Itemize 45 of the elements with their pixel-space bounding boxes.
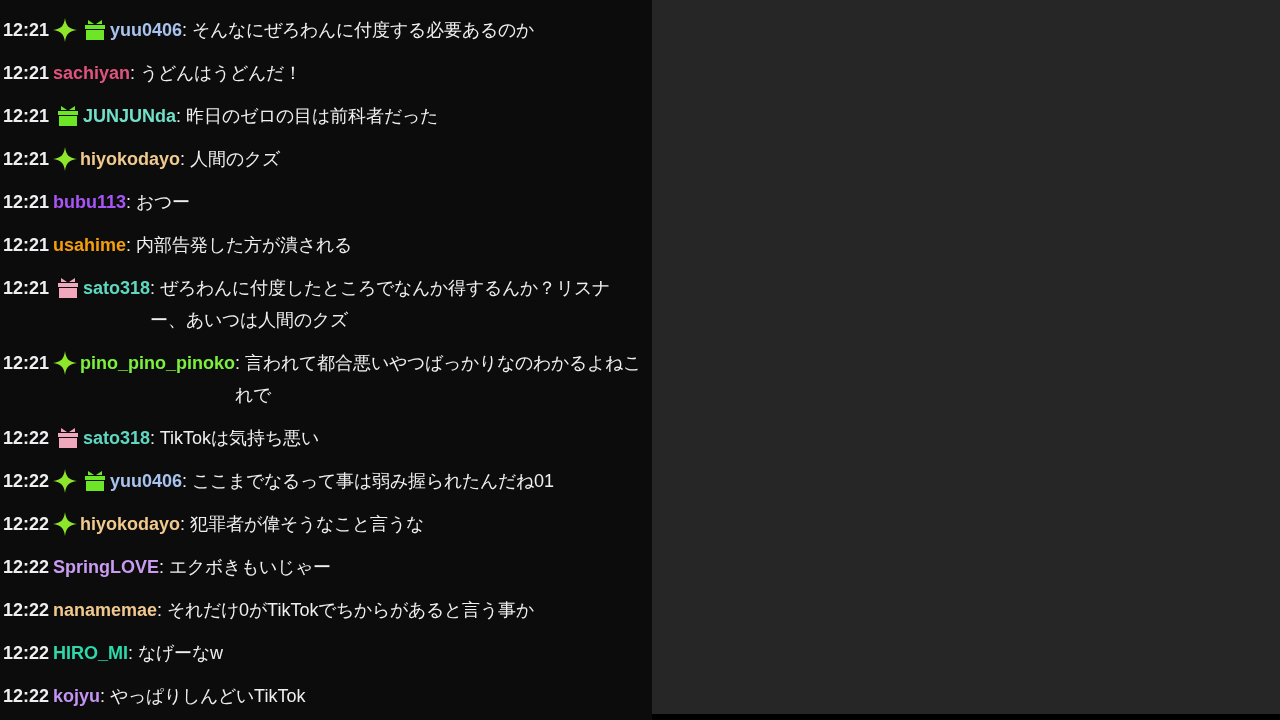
timestamp: 12:22 <box>3 426 50 450</box>
chat-message: : 言われて都合悪いやつばっかりなのわかるよねこれで <box>235 351 642 407</box>
timestamp: 12:21 <box>3 233 50 257</box>
timestamp: 12:21 <box>3 104 50 128</box>
chat-message: : やっぱりしんどいTikTok <box>100 684 307 708</box>
timestamp: 12:22 <box>3 684 50 708</box>
username[interactable]: JUNJUNda <box>83 99 177 132</box>
username[interactable]: hiyokodayo <box>80 507 181 540</box>
timestamp: 12:21 <box>3 147 50 171</box>
username[interactable]: yuu0406 <box>110 13 183 46</box>
chat-message: : 犯罪者が偉そうなこと言うな <box>180 512 426 536</box>
username[interactable]: bubu113 <box>53 185 127 218</box>
username[interactable]: nanamemae <box>53 593 158 626</box>
chat-message: : 内部告発した方が潰される <box>126 233 354 257</box>
username[interactable]: hiyokodayo <box>80 142 181 175</box>
username[interactable]: pino_pino_pinoko <box>80 346 236 379</box>
chat-message: : そんなにぜろわんに付度する必要あるのか <box>182 18 536 42</box>
chat-message: : 人間のクズ <box>180 147 282 171</box>
chat-message: : なげーなw <box>128 641 225 665</box>
username[interactable]: sachiyan <box>53 56 131 89</box>
chat-message: : TikTokは気持ち悪い <box>150 426 321 450</box>
username[interactable]: HIRO_MI <box>53 636 129 669</box>
timestamp: 12:21 <box>3 61 50 85</box>
chat-message: : ぜろわんに付度したところでなんか得するんか？リスナー、あいつは人間のクズ <box>150 276 612 332</box>
chat-message: : それだけ0がTikTokでちからがあると言う事か <box>157 598 536 622</box>
chat-message: : ここまでなるって事は弱み握られたんだね01 <box>182 469 556 493</box>
chat-message: : エクボきもいじゃー <box>159 555 333 579</box>
timestamp: 12:22 <box>3 512 50 536</box>
username[interactable]: sato318 <box>83 271 151 304</box>
username[interactable]: usahime <box>53 228 127 261</box>
chat-message: : おつー <box>126 190 192 214</box>
username[interactable]: SpringLOVE <box>53 550 160 583</box>
timestamp: 12:21 <box>3 276 50 300</box>
timestamp: 12:22 <box>3 469 50 493</box>
timestamp: 12:21 <box>3 351 50 375</box>
username[interactable]: sato318 <box>83 421 151 454</box>
timestamp: 12:22 <box>3 598 50 622</box>
username[interactable]: kojyu <box>53 679 101 712</box>
timestamp: 12:21 <box>3 190 50 214</box>
timestamp: 12:21 <box>3 18 50 42</box>
timestamp: 12:22 <box>3 641 50 665</box>
chat-message: : 昨日のゼロの目は前科者だった <box>176 104 440 128</box>
username[interactable]: yuu0406 <box>110 464 183 497</box>
chat-message: : うどんはうどんだ！ <box>130 61 304 85</box>
timestamp: 12:22 <box>3 555 50 579</box>
